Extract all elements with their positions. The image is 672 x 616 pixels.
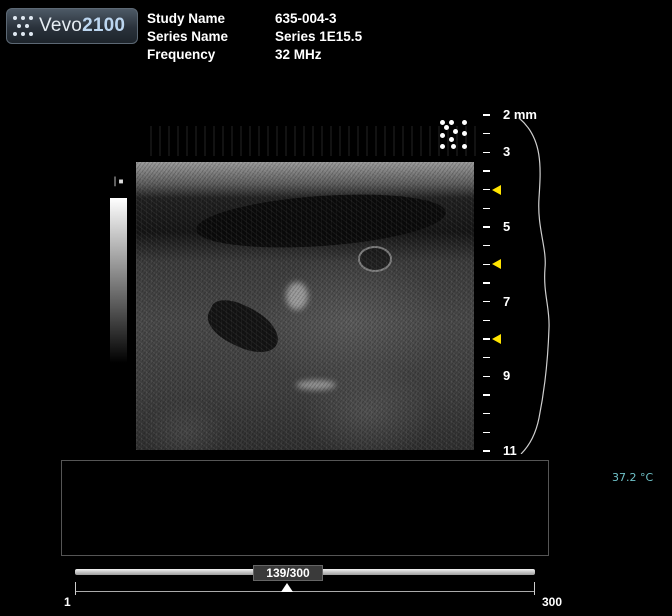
gray-scale-marker: |▪ (112, 176, 125, 187)
study-name-row: Study Name 635-004-3 (147, 10, 362, 28)
depth-tick (483, 375, 490, 378)
depth-label-7: 7 (503, 293, 511, 309)
depth-label-3: 3 (503, 144, 511, 160)
frame-slider-base (75, 591, 535, 592)
transducer-dot-matrix-icon (440, 120, 472, 152)
depth-tick (483, 282, 490, 284)
brand-model: 2100 (82, 15, 126, 36)
focus-depth-marker[interactable] (492, 259, 501, 270)
tgc-curve[interactable] (515, 118, 555, 454)
frame-slider-end-tick (534, 582, 535, 595)
depth-tick (483, 244, 490, 247)
physiology-trace-panel (61, 460, 549, 556)
depth-label-9: 9 (503, 368, 511, 384)
depth-tick (483, 170, 490, 172)
study-name-value: 635-004-3 (275, 11, 337, 26)
depth-tick (483, 188, 490, 191)
gray-scale-bar (110, 198, 127, 363)
focus-depth-marker[interactable] (492, 334, 501, 344)
near-field-speckle (150, 126, 480, 156)
depth-tick (483, 394, 490, 396)
brand-name: Vevo (39, 15, 83, 36)
frame-slider-thumb[interactable] (281, 583, 294, 592)
depth-tick (483, 151, 490, 154)
study-name-label: Study Name (147, 11, 226, 26)
series-name-row: Series Name Series 1E15.5 (147, 28, 362, 46)
frequency-value: 32 MHz (275, 47, 322, 62)
frequency-label: Frequency (147, 47, 216, 62)
vevo-dots-icon (13, 16, 33, 36)
ultrasound-image[interactable] (136, 162, 474, 450)
depth-tick (483, 431, 490, 434)
depth-tick (483, 226, 490, 228)
frequency-row: Frequency 32 MHz (147, 46, 362, 64)
depth-tick (483, 114, 490, 116)
vevo-logo: Vevo2100 (6, 8, 138, 44)
study-info: Study Name 635-004-3 Series Name Series … (147, 10, 362, 64)
vevo-logo-text: Vevo2100 (39, 15, 125, 37)
frame-max-label: 300 (542, 595, 563, 609)
depth-label-5: 5 (503, 219, 511, 234)
depth-tick (483, 319, 490, 322)
depth-tick (483, 412, 490, 415)
temperature-readout: 37.2 °C (612, 471, 654, 484)
depth-tick (483, 263, 490, 266)
frame-counter: 139/300 (253, 565, 323, 581)
depth-tick (483, 300, 490, 303)
depth-tick (483, 132, 490, 135)
series-name-label: Series Name (147, 29, 229, 44)
focus-depth-marker[interactable] (492, 184, 501, 195)
depth-tick (483, 207, 490, 210)
depth-tick (483, 450, 490, 452)
depth-tick (483, 338, 490, 340)
depth-tick (483, 356, 490, 359)
series-name-value: Series 1E15.5 (275, 29, 363, 44)
frame-slider-start-tick (75, 582, 76, 595)
speckle-texture (136, 162, 474, 450)
tgc-curve-line (518, 118, 550, 454)
frame-min-label: 1 (64, 595, 71, 609)
